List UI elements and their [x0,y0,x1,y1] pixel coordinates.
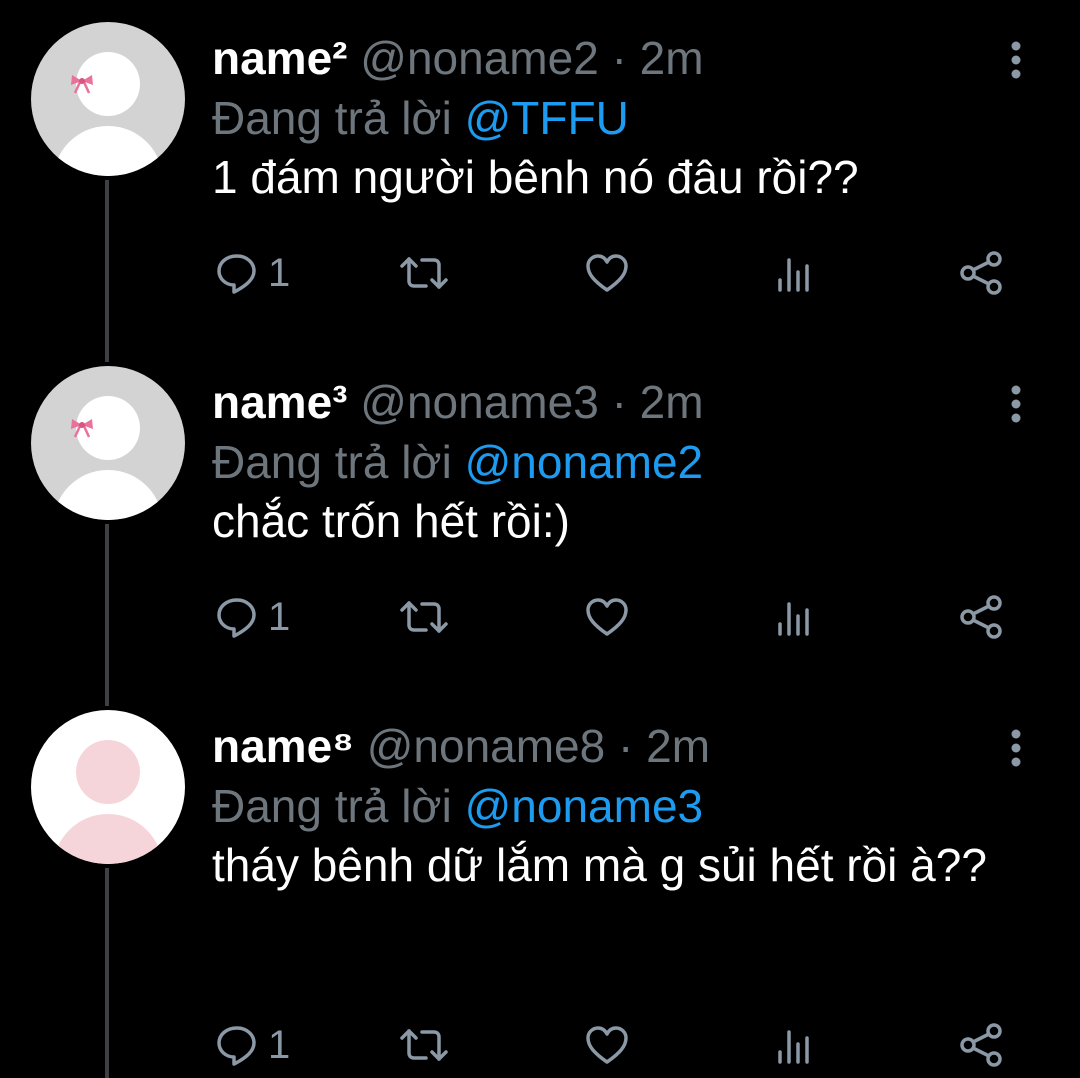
views-icon [778,1030,809,1064]
bow-icon [71,75,93,94]
replying-to: Đang trả lời @TFFU [212,90,629,146]
action-bar: 1 [0,592,1080,642]
like-icon [586,1026,628,1064]
user-handle[interactable]: @noname8 [367,720,606,772]
reply-button[interactable]: 1 [214,592,290,642]
more-icon[interactable] [1000,726,1032,770]
display-name[interactable]: name² [212,32,347,84]
retweet-button[interactable] [396,592,452,642]
tweet-text: tháy bênh dữ lắm mà g sủi hết rồi à?? [212,839,987,891]
avatar-body [53,814,163,864]
retweet-button[interactable] [396,1020,452,1070]
replying-to: Đang trả lời @noname3 [212,778,703,834]
views-icon [778,602,809,636]
reply-count: 1 [268,595,291,639]
tweet-header: name³ @noname3 · 2m [212,374,704,430]
timestamp[interactable]: 2m [646,720,710,772]
separator-dot: · [611,32,627,84]
user-handle[interactable]: @noname2 [360,32,599,84]
reply-icon [217,254,256,294]
reply-icon [217,1026,256,1066]
retweet-icon [400,257,448,289]
share-icon [960,251,1002,295]
tweet[interactable]: name² @noname2 · 2m Đang trả lời @TFFU 1… [0,0,1080,344]
replying-to: Đang trả lời @noname2 [212,434,703,490]
views-button[interactable] [776,248,816,298]
reply-icon [217,598,256,638]
views-button[interactable] [776,1020,816,1070]
retweet-icon [400,601,448,633]
like-button[interactable] [584,1020,630,1070]
avatar[interactable] [31,22,185,176]
display-name[interactable]: name³ [212,376,347,428]
action-bar: 1 [0,248,1080,298]
avatar-body [53,470,163,520]
avatar[interactable] [31,710,185,864]
reply-button[interactable]: 1 [214,1020,290,1070]
bow-icon [71,419,93,438]
display-name[interactable]: name⁸ [212,720,354,772]
separator-dot: · [611,376,627,428]
more-icon[interactable] [1000,38,1032,82]
avatar[interactable] [31,366,185,520]
timestamp[interactable]: 2m [640,32,704,84]
like-icon [586,254,628,292]
share-icon [960,1023,1002,1067]
user-handle[interactable]: @noname3 [360,376,599,428]
share-button[interactable] [958,248,1006,298]
replying-prefix: Đang trả lời [212,780,465,832]
views-icon [778,258,809,292]
reply-count: 1 [268,251,291,295]
tweet-header: name² @noname2 · 2m [212,30,704,86]
tweet[interactable]: name⁸ @noname8 · 2m Đang trả lời @noname… [0,688,1080,1078]
like-button[interactable] [584,592,630,642]
timestamp[interactable]: 2m [640,376,704,428]
share-icon [960,595,1002,639]
reply-count: 1 [268,1023,291,1067]
tweet[interactable]: name³ @noname3 · 2m Đang trả lời @noname… [0,344,1080,688]
avatar-body [53,126,163,176]
tweet-text: 1 đám người bênh nó đâu rồi?? [212,151,859,203]
retweet-icon [400,1029,448,1061]
replying-prefix: Đang trả lời [212,436,465,488]
like-button[interactable] [584,248,630,298]
more-icon[interactable] [1000,382,1032,426]
action-bar: 1 [0,1020,1080,1070]
replying-prefix: Đang trả lời [212,92,465,144]
mention-link[interactable]: @TFFU [465,92,629,144]
tweet-text: chắc trốn hết rồi:) [212,495,570,547]
mention-link[interactable]: @noname3 [465,780,704,832]
retweet-button[interactable] [396,248,452,298]
tweet-header: name⁸ @noname8 · 2m [212,718,710,774]
share-button[interactable] [958,592,1006,642]
views-button[interactable] [776,592,816,642]
separator-dot: · [618,720,634,772]
avatar-head [76,740,140,804]
share-button[interactable] [958,1020,1006,1070]
like-icon [586,598,628,636]
mention-link[interactable]: @noname2 [465,436,704,488]
reply-button[interactable]: 1 [214,248,290,298]
